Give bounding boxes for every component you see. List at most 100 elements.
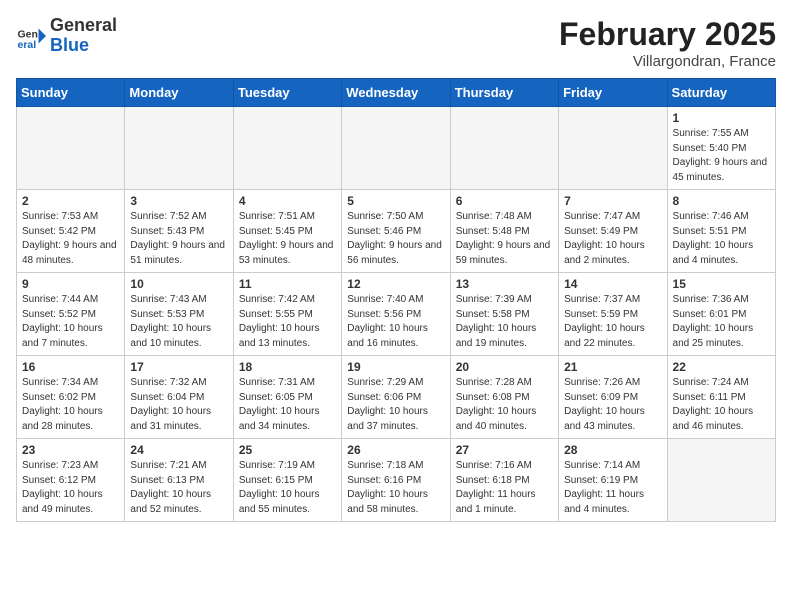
day-info: Sunrise: 7:26 AM Sunset: 6:09 PM Dayligh…: [564, 376, 661, 434]
calendar-day-cell: 12Sunrise: 7:40 AM Sunset: 5:56 PM Dayli…: [342, 273, 450, 356]
day-number: 22: [673, 360, 770, 374]
day-info: Sunrise: 7:28 AM Sunset: 6:08 PM Dayligh…: [456, 376, 553, 434]
day-number: 8: [673, 194, 770, 208]
calendar-day-cell: [17, 107, 125, 190]
calendar-week-row: 9 Sunrise: 7:44 AM Sunset: 5:52 PM Daylig…: [17, 273, 776, 356]
day-number: 20: [456, 360, 553, 374]
day-number: 18: [239, 360, 336, 374]
calendar-day-cell: [342, 107, 450, 190]
logo-icon: Gen eral: [16, 21, 46, 51]
day-number: 25: [239, 443, 336, 457]
day-info: Sunrise: 7:31 AM Sunset: 6:05 PM Dayligh…: [239, 376, 336, 434]
day-number: 14: [564, 277, 661, 291]
day-info: Sunrise: 7:55 AM Sunset: 5:40 PM Dayligh…: [673, 127, 770, 185]
day-number: 28: [564, 443, 661, 457]
calendar-day-cell: 11 Sunrise: 7:42 AM Sunset: 5:55 PM Dayli…: [233, 273, 341, 356]
calendar-day-cell: 22 Sunrise: 7:24 AM Sunset: 6:11 PM Dayli…: [667, 356, 775, 439]
calendar-week-row: 1 Sunrise: 7:55 AM Sunset: 5:40 PM Daylig…: [17, 107, 776, 190]
day-number: 21: [564, 360, 661, 374]
calendar-day-cell: 19 Sunrise: 7:29 AM Sunset: 6:06 PM Dayli…: [342, 356, 450, 439]
weekday-header-tuesday: Tuesday: [233, 79, 341, 107]
weekday-header-sunday: Sunday: [17, 79, 125, 107]
weekday-header-saturday: Saturday: [667, 79, 775, 107]
calendar-week-row: 16Sunrise: 7:34 AM Sunset: 6:02 PM Dayli…: [17, 356, 776, 439]
day-number: 9: [22, 277, 119, 291]
calendar-day-cell: 8 Sunrise: 7:46 AM Sunset: 5:51 PM Daylig…: [667, 190, 775, 273]
day-number: 26: [347, 443, 444, 457]
calendar-day-cell: 5Sunrise: 7:50 AM Sunset: 5:46 PM Daylig…: [342, 190, 450, 273]
calendar-day-cell: 6 Sunrise: 7:48 AM Sunset: 5:48 PM Daylig…: [450, 190, 558, 273]
calendar-day-cell: 10Sunrise: 7:43 AM Sunset: 5:53 PM Dayli…: [125, 273, 233, 356]
day-info: Sunrise: 7:44 AM Sunset: 5:52 PM Dayligh…: [22, 293, 119, 351]
weekday-header-wednesday: Wednesday: [342, 79, 450, 107]
calendar-week-row: 23 Sunrise: 7:23 AM Sunset: 6:12 PM Dayli…: [17, 439, 776, 522]
calendar-day-cell: 3 Sunrise: 7:52 AM Sunset: 5:43 PM Daylig…: [125, 190, 233, 273]
calendar-day-cell: 9 Sunrise: 7:44 AM Sunset: 5:52 PM Daylig…: [17, 273, 125, 356]
day-info: Sunrise: 7:18 AM Sunset: 6:16 PM Dayligh…: [347, 459, 444, 517]
header: Gen eral General Blue February 2025 Vill…: [16, 16, 776, 70]
calendar-day-cell: [450, 107, 558, 190]
day-info: Sunrise: 7:50 AM Sunset: 5:46 PM Dayligh…: [347, 210, 444, 268]
calendar-day-cell: 26 Sunrise: 7:18 AM Sunset: 6:16 PM Dayli…: [342, 439, 450, 522]
calendar-day-cell: 21 Sunrise: 7:26 AM Sunset: 6:09 PM Dayli…: [559, 356, 667, 439]
day-info: Sunrise: 7:34 AM Sunset: 6:02 PM Dayligh…: [22, 376, 119, 434]
location: Villargondran, France: [559, 53, 776, 70]
day-info: Sunrise: 7:42 AM Sunset: 5:55 PM Dayligh…: [239, 293, 336, 351]
calendar-week-row: 2Sunrise: 7:53 AM Sunset: 5:42 PM Daylig…: [17, 190, 776, 273]
calendar-day-cell: [559, 107, 667, 190]
day-number: 15: [673, 277, 770, 291]
day-info: Sunrise: 7:37 AM Sunset: 5:59 PM Dayligh…: [564, 293, 661, 351]
weekday-header-thursday: Thursday: [450, 79, 558, 107]
day-number: 17: [130, 360, 227, 374]
calendar-day-cell: [233, 107, 341, 190]
day-info: Sunrise: 7:47 AM Sunset: 5:49 PM Dayligh…: [564, 210, 661, 268]
day-info: Sunrise: 7:21 AM Sunset: 6:13 PM Dayligh…: [130, 459, 227, 517]
calendar-day-cell: 1 Sunrise: 7:55 AM Sunset: 5:40 PM Daylig…: [667, 107, 775, 190]
calendar-day-cell: 4 Sunrise: 7:51 AM Sunset: 5:45 PM Daylig…: [233, 190, 341, 273]
day-info: Sunrise: 7:14 AM Sunset: 6:19 PM Dayligh…: [564, 459, 661, 517]
weekday-header-monday: Monday: [125, 79, 233, 107]
calendar-day-cell: [125, 107, 233, 190]
calendar-day-cell: 28 Sunrise: 7:14 AM Sunset: 6:19 PM Dayli…: [559, 439, 667, 522]
day-number: 11: [239, 277, 336, 291]
day-number: 19: [347, 360, 444, 374]
day-number: 3: [130, 194, 227, 208]
svg-text:eral: eral: [18, 39, 37, 51]
day-info: Sunrise: 7:46 AM Sunset: 5:51 PM Dayligh…: [673, 210, 770, 268]
calendar-day-cell: 25 Sunrise: 7:19 AM Sunset: 6:15 PM Dayli…: [233, 439, 341, 522]
day-number: 13: [456, 277, 553, 291]
calendar-table: SundayMondayTuesdayWednesdayThursdayFrid…: [16, 78, 776, 522]
day-number: 23: [22, 443, 119, 457]
calendar-day-cell: 20 Sunrise: 7:28 AM Sunset: 6:08 PM Dayli…: [450, 356, 558, 439]
day-info: Sunrise: 7:40 AM Sunset: 5:56 PM Dayligh…: [347, 293, 444, 351]
day-info: Sunrise: 7:51 AM Sunset: 5:45 PM Dayligh…: [239, 210, 336, 268]
day-number: 10: [130, 277, 227, 291]
calendar-day-cell: 27Sunrise: 7:16 AM Sunset: 6:18 PM Dayli…: [450, 439, 558, 522]
day-info: Sunrise: 7:32 AM Sunset: 6:04 PM Dayligh…: [130, 376, 227, 434]
day-number: 4: [239, 194, 336, 208]
day-info: Sunrise: 7:36 AM Sunset: 6:01 PM Dayligh…: [673, 293, 770, 351]
day-number: 7: [564, 194, 661, 208]
day-info: Sunrise: 7:52 AM Sunset: 5:43 PM Dayligh…: [130, 210, 227, 268]
calendar-day-cell: 18 Sunrise: 7:31 AM Sunset: 6:05 PM Dayli…: [233, 356, 341, 439]
day-info: Sunrise: 7:23 AM Sunset: 6:12 PM Dayligh…: [22, 459, 119, 517]
title-area: February 2025 Villargondran, France: [559, 16, 776, 70]
calendar-day-cell: 24 Sunrise: 7:21 AM Sunset: 6:13 PM Dayli…: [125, 439, 233, 522]
calendar-day-cell: 2Sunrise: 7:53 AM Sunset: 5:42 PM Daylig…: [17, 190, 125, 273]
day-info: Sunrise: 7:16 AM Sunset: 6:18 PM Dayligh…: [456, 459, 553, 517]
day-info: Sunrise: 7:19 AM Sunset: 6:15 PM Dayligh…: [239, 459, 336, 517]
day-number: 6: [456, 194, 553, 208]
day-info: Sunrise: 7:24 AM Sunset: 6:11 PM Dayligh…: [673, 376, 770, 434]
day-info: Sunrise: 7:29 AM Sunset: 6:06 PM Dayligh…: [347, 376, 444, 434]
calendar-day-cell: 16Sunrise: 7:34 AM Sunset: 6:02 PM Dayli…: [17, 356, 125, 439]
calendar-day-cell: 7 Sunrise: 7:47 AM Sunset: 5:49 PM Daylig…: [559, 190, 667, 273]
day-number: 2: [22, 194, 119, 208]
calendar-day-cell: [667, 439, 775, 522]
weekday-header-row: SundayMondayTuesdayWednesdayThursdayFrid…: [17, 79, 776, 107]
logo: Gen eral General Blue: [16, 16, 117, 56]
day-number: 1: [673, 111, 770, 125]
day-info: Sunrise: 7:48 AM Sunset: 5:48 PM Dayligh…: [456, 210, 553, 268]
calendar-day-cell: 15 Sunrise: 7:36 AM Sunset: 6:01 PM Dayli…: [667, 273, 775, 356]
calendar-day-cell: 14 Sunrise: 7:37 AM Sunset: 5:59 PM Dayli…: [559, 273, 667, 356]
day-number: 24: [130, 443, 227, 457]
